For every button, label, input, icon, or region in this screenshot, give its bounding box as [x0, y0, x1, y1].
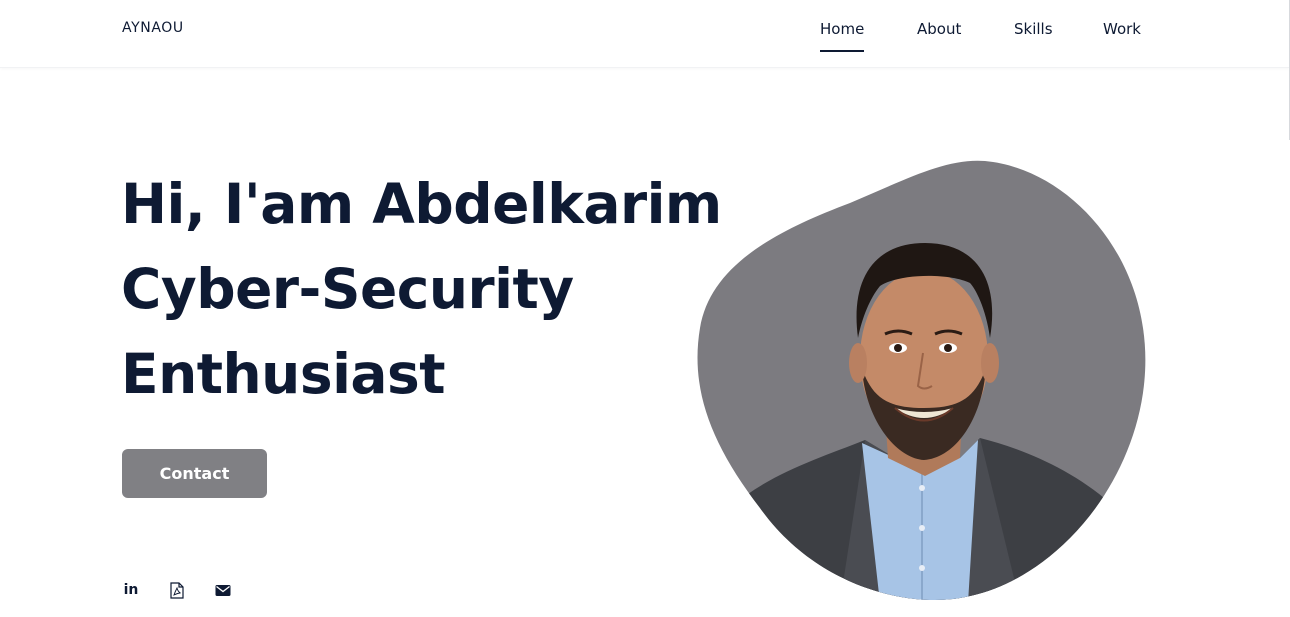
site-header: AYNAOU Home About Skills Work: [0, 0, 1290, 68]
pdf-file-icon[interactable]: [168, 580, 186, 600]
nav-skills[interactable]: Skills: [1014, 20, 1053, 38]
nav-work[interactable]: Work: [1103, 20, 1141, 38]
linkedin-label: in: [123, 582, 139, 598]
linkedin-icon[interactable]: in: [122, 580, 140, 600]
pdf-file-icon-svg: [170, 581, 184, 599]
hero-title-line-2: Cyber-Security: [121, 257, 574, 321]
hero-title-line-1: Hi, I'am Abdelkarim: [121, 172, 722, 236]
site-logo[interactable]: AYNAOU: [122, 20, 184, 36]
nav-home[interactable]: Home: [820, 20, 865, 52]
hero-title: Hi, I'am Abdelkarim Cyber-Security Enthu…: [121, 162, 722, 417]
contact-button[interactable]: Contact: [122, 449, 267, 498]
nav-about[interactable]: About: [917, 20, 961, 38]
hero-title-line-3: Enthusiast: [121, 342, 446, 406]
envelope-icon-svg: [215, 584, 231, 596]
profile-portrait: [697, 160, 1146, 600]
envelope-icon[interactable]: [214, 580, 232, 600]
